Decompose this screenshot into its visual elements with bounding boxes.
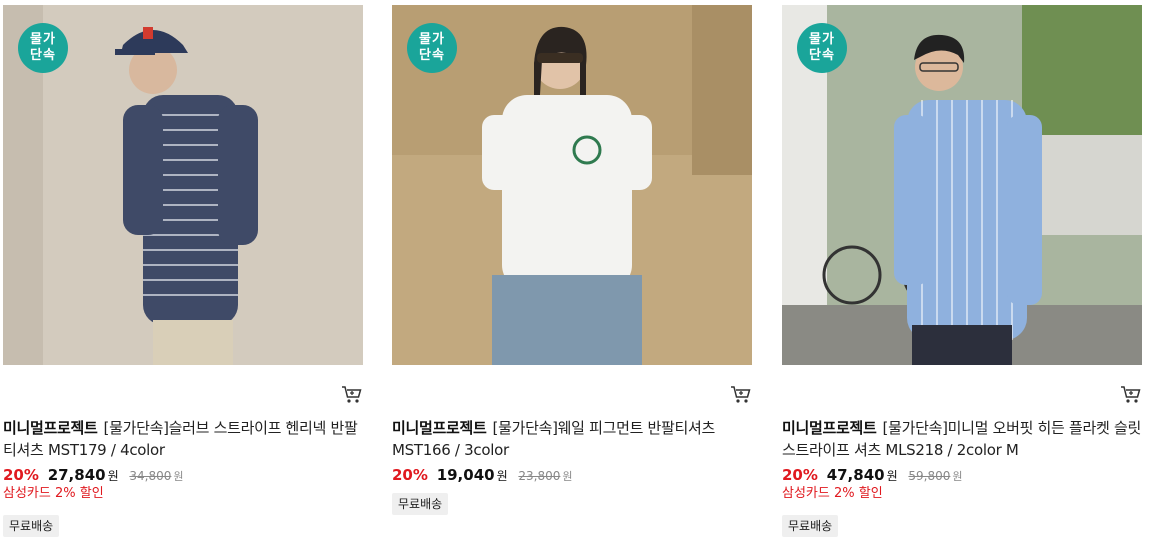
price-crackdown-badge: 물가 단속 (797, 23, 847, 73)
product-image[interactable]: 물가 단속 (3, 5, 363, 365)
card-discount: 삼성카드 2% 할인 (782, 486, 883, 501)
sale-price: 47,840 (826, 466, 885, 484)
product-title[interactable]: 미니멀프로젝트 [물가단속]미니멀 오버핏 히든 플라켓 슬릿 스트라이프 셔츠 … (782, 417, 1142, 461)
brand-name: 미니멀프로젝트 (782, 419, 877, 437)
sale-price: 27,840 (47, 466, 106, 484)
brand-name: 미니멀프로젝트 (3, 419, 98, 437)
discount-rate: 20% (3, 466, 39, 484)
discount-rate: 20% (392, 466, 428, 484)
product-card[interactable]: 물가 단속 미니멀프로젝트 [물가단속]슬러브 스트라이프 헨리넥 반팔티셔츠 M… (3, 5, 363, 545)
free-shipping-tag: 무료배송 (3, 515, 60, 537)
original-currency: 원 (173, 470, 184, 483)
brand-name: 미니멀프로젝트 (392, 419, 487, 437)
cart-icon[interactable] (341, 385, 363, 405)
currency: 원 (886, 469, 898, 483)
cart-icon[interactable] (730, 385, 752, 405)
price-crackdown-badge: 물가 단속 (18, 23, 68, 73)
original-currency: 원 (562, 470, 573, 483)
price-row: 20% 19,040 원 23,800 원 (392, 465, 573, 487)
product-image[interactable]: 물가 단속 (782, 5, 1142, 365)
original-price: 59,800 (908, 469, 951, 483)
currency: 원 (496, 469, 508, 483)
product-image[interactable]: 물가 단속 (392, 5, 752, 365)
product-title[interactable]: 미니멀프로젝트 [물가단속]웨일 피그먼트 반팔티셔츠 MST166 / 3col… (392, 417, 752, 461)
price-crackdown-badge: 물가 단속 (407, 23, 457, 73)
product-title[interactable]: 미니멀프로젝트 [물가단속]슬러브 스트라이프 헨리넥 반팔티셔츠 MST179 … (3, 417, 363, 461)
original-price: 23,800 (518, 469, 561, 483)
product-card[interactable]: 물가 단속 미니멀프로젝트 [물가단속]미니멀 오버핏 히든 플라켓 슬릿 스트라… (782, 5, 1142, 545)
price-row: 20% 27,840 원 34,800 원 (3, 465, 184, 487)
original-currency: 원 (952, 470, 963, 483)
cart-icon[interactable] (1120, 385, 1142, 405)
price-row: 20% 47,840 원 59,800 원 (782, 465, 963, 487)
discount-rate: 20% (782, 466, 818, 484)
free-shipping-tag: 무료배송 (392, 493, 449, 515)
card-discount: 삼성카드 2% 할인 (3, 486, 104, 501)
free-shipping-tag: 무료배송 (782, 515, 839, 537)
original-price: 34,800 (129, 469, 172, 483)
sale-price: 19,040 (436, 466, 495, 484)
currency: 원 (107, 469, 119, 483)
product-card[interactable]: 물가 단속 미니멀프로젝트 [물가단속]웨일 피그먼트 반팔티셔츠 MST166 … (392, 5, 752, 545)
